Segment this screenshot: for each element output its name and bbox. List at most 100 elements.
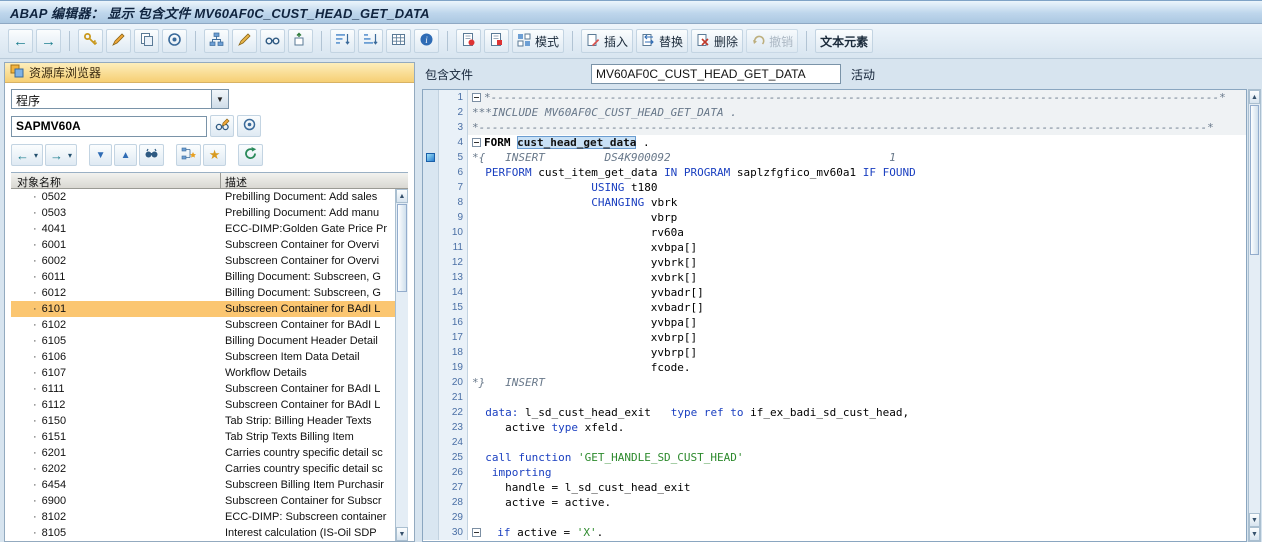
table-view-button[interactable] xyxy=(386,29,411,53)
refresh-button[interactable] xyxy=(238,144,264,166)
code-text[interactable]: yvbadr[] xyxy=(468,285,1246,300)
code-line[interactable]: 1 *--------------------------------------… xyxy=(423,90,1246,105)
code-text[interactable]: active type xfeld. xyxy=(468,420,1246,435)
insert-button[interactable]: 插入 xyxy=(581,29,634,53)
table-row[interactable]: · 6202 Carries country specific detail sc xyxy=(11,461,408,477)
scrollbar-thumb[interactable] xyxy=(397,204,407,292)
object-description-cell[interactable]: Subscreen Container for Subscr xyxy=(221,493,408,509)
fold-collapse-icon[interactable] xyxy=(472,93,481,102)
object-name-cell[interactable]: · 6011 xyxy=(11,269,221,285)
favorites-tree-button[interactable] xyxy=(176,144,202,166)
code-text[interactable]: rv60a xyxy=(468,225,1246,240)
code-text[interactable]: handle = l_sd_cust_head_exit xyxy=(468,480,1246,495)
scroll-up-arrow-icon[interactable]: ▲ xyxy=(396,189,408,203)
code-text[interactable]: fcode. xyxy=(468,360,1246,375)
code-line[interactable]: 22 data: l_sd_cust_head_exit type ref to… xyxy=(423,405,1246,420)
object-name-cell[interactable]: · 8105 xyxy=(11,525,221,541)
table-row[interactable]: · 0502 Prebilling Document: Add sales xyxy=(11,189,408,205)
code-text[interactable]: xvbrk[] xyxy=(468,270,1246,285)
code-text[interactable]: active = active. xyxy=(468,495,1246,510)
code-line[interactable]: 5 *{ INSERT DS4K900092 1 xyxy=(423,150,1246,165)
code-text[interactable]: yvbpa[] xyxy=(468,315,1246,330)
code-line[interactable]: 16 yvbpa[] xyxy=(423,315,1246,330)
code-text[interactable]: importing xyxy=(468,465,1246,480)
code-line[interactable]: 3 *--------------------------------------… xyxy=(423,120,1246,135)
table-row[interactable]: · 4041 ECC-DIMP:Golden Gate Price Pr xyxy=(11,221,408,237)
table-row[interactable]: · 6107 Workflow Details xyxy=(11,365,408,381)
scroll-down-arrow-icon[interactable]: ▼ xyxy=(1249,527,1260,541)
editor-scrollbar[interactable]: ▲ ▼ ▼ xyxy=(1248,89,1261,542)
edit-source-button[interactable] xyxy=(232,29,257,53)
code-line[interactable]: 18 yvbrp[] xyxy=(423,345,1246,360)
sort-ascending-button[interactable] xyxy=(330,29,355,53)
code-line[interactable]: 9 vbrp xyxy=(423,210,1246,225)
table-row[interactable]: · 6900 Subscreen Container for Subscr xyxy=(11,493,408,509)
object-list-scrollbar[interactable]: ▲ ▼ xyxy=(395,189,408,541)
forward-button[interactable]: → xyxy=(36,29,61,53)
table-row[interactable]: · 6002 Subscreen Container for Overvi xyxy=(11,253,408,269)
code-text[interactable]: *---------------------------------------… xyxy=(468,90,1246,105)
code-line[interactable]: 24 xyxy=(423,435,1246,450)
code-line[interactable]: 25 call function 'GET_HANDLE_SD_CUST_HEA… xyxy=(423,450,1246,465)
object-name-cell[interactable]: · 0502 xyxy=(11,189,221,205)
code-text[interactable]: *} INSERT xyxy=(468,375,1246,390)
object-name-cell[interactable]: · 6201 xyxy=(11,445,221,461)
trace-button[interactable] xyxy=(484,29,509,53)
table-row[interactable]: · 6102 Subscreen Container for BAdI L xyxy=(11,317,408,333)
scroll-down-arrow-icon[interactable]: ▼ xyxy=(1249,513,1260,527)
object-name-cell[interactable]: · 6150 xyxy=(11,413,221,429)
scrollbar-thumb[interactable] xyxy=(1250,105,1259,255)
history-forward-button[interactable]: → ▾ xyxy=(45,144,78,166)
code-text[interactable] xyxy=(468,390,1246,405)
table-row[interactable]: · 0503 Prebilling Document: Add manu xyxy=(11,205,408,221)
code-line[interactable]: 17 xvbrp[] xyxy=(423,330,1246,345)
code-text[interactable]: yvbrk[] xyxy=(468,255,1246,270)
object-name-cell[interactable]: · 6151 xyxy=(11,429,221,445)
code-text[interactable]: *{ INSERT DS4K900092 1 xyxy=(468,150,1246,165)
where-used-button[interactable] xyxy=(288,29,313,53)
other-object-small-button[interactable] xyxy=(237,115,261,137)
code-text[interactable]: call function 'GET_HANDLE_SD_CUST_HEAD' xyxy=(468,450,1246,465)
object-description-cell[interactable]: Billing Document Header Detail xyxy=(221,333,408,349)
code-line[interactable]: 13 xvbrk[] xyxy=(423,270,1246,285)
code-text[interactable]: *---------------------------------------… xyxy=(468,120,1246,135)
code-line[interactable]: 23 active type xfeld. xyxy=(423,420,1246,435)
check-button[interactable] xyxy=(456,29,481,53)
table-row[interactable]: · 6101 Subscreen Container for BAdI L xyxy=(11,301,408,317)
object-description-cell[interactable]: Tab Strip Texts Billing Item xyxy=(221,429,408,445)
code-line[interactable]: 14 yvbadr[] xyxy=(423,285,1246,300)
delete-button[interactable]: 删除 xyxy=(691,29,744,53)
object-description-cell[interactable]: Subscreen Billing Item Purchasir xyxy=(221,477,408,493)
code-text[interactable]: yvbrp[] xyxy=(468,345,1246,360)
code-line[interactable]: 27 handle = l_sd_cust_head_exit xyxy=(423,480,1246,495)
object-name-cell[interactable]: · 6001 xyxy=(11,237,221,253)
fold-collapse-icon[interactable] xyxy=(472,138,481,147)
object-description-cell[interactable]: Tab Strip: Billing Header Texts xyxy=(221,413,408,429)
object-description-cell[interactable]: ECC-DIMP: Subscreen container xyxy=(221,509,408,525)
table-row[interactable]: · 6106 Subscreen Item Data Detail xyxy=(11,349,408,365)
code-text[interactable]: PERFORM cust_item_get_data IN PROGRAM sa… xyxy=(468,165,1246,180)
column-header-description[interactable]: 描述 xyxy=(221,173,408,189)
undo-button[interactable]: 撤销 xyxy=(746,29,799,53)
code-line[interactable]: 26 importing xyxy=(423,465,1246,480)
find-button[interactable] xyxy=(139,144,165,166)
program-name-input[interactable] xyxy=(11,115,207,137)
activate-button[interactable] xyxy=(162,29,187,53)
history-back-button[interactable]: ← ▾ xyxy=(11,144,44,166)
code-text[interactable] xyxy=(468,510,1246,525)
information-button[interactable]: i xyxy=(414,29,439,53)
code-line[interactable]: 4 FORM cust_head_get_data . xyxy=(423,135,1246,150)
code-text[interactable] xyxy=(468,435,1246,450)
pattern-button[interactable]: 模式 xyxy=(512,29,565,53)
display-change-button[interactable] xyxy=(106,29,131,53)
code-text[interactable]: USING t180 xyxy=(468,180,1246,195)
code-line[interactable]: 21 xyxy=(423,390,1246,405)
object-name-cell[interactable]: · 6002 xyxy=(11,253,221,269)
sort-descending-button[interactable] xyxy=(358,29,383,53)
code-line[interactable]: 6 PERFORM cust_item_get_data IN PROGRAM … xyxy=(423,165,1246,180)
code-line[interactable]: 11 xvbpa[] xyxy=(423,240,1246,255)
replace-button[interactable]: 替换 xyxy=(636,29,689,53)
code-line[interactable]: 30 if active = 'X'. xyxy=(423,525,1246,540)
object-description-cell[interactable]: Workflow Details xyxy=(221,365,408,381)
object-name-cell[interactable]: · 6012 xyxy=(11,285,221,301)
